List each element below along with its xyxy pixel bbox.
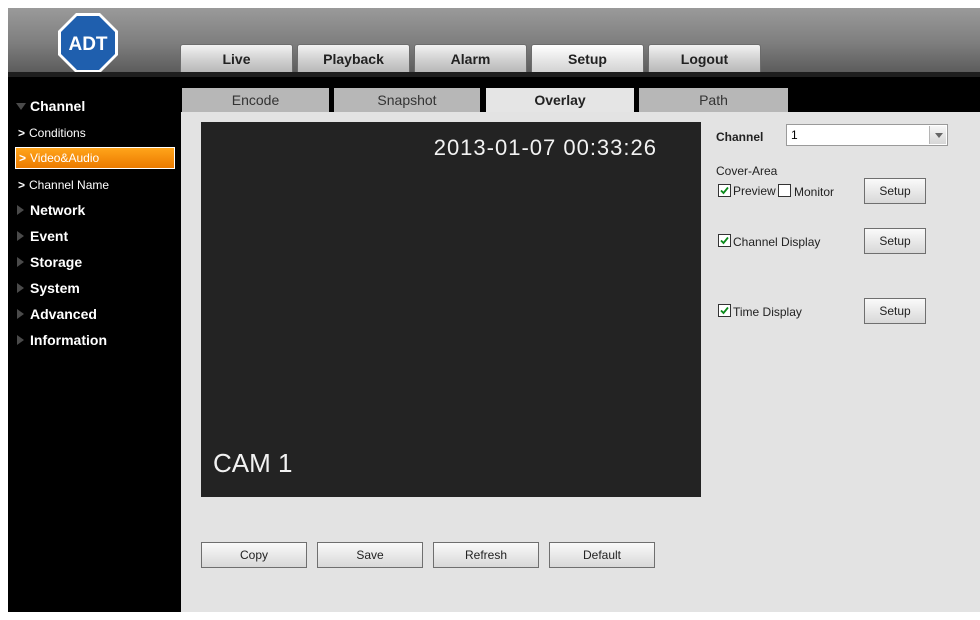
sidebar-item-label: Storage [30,254,83,270]
collapsed-arrow-icon [17,283,24,293]
sidebar-subitem-label: Video&Audio [30,151,100,165]
time-display-checkbox[interactable] [718,304,731,317]
app-window: ADT Live Playback Alarm Setup Logout Cha… [8,8,980,612]
tab-logout[interactable]: Logout [648,44,761,72]
time-display-label: Time Display [733,305,802,319]
sidebar-subitem-video-audio[interactable]: > Video&Audio [15,147,175,169]
sidebar-subitem-label: Conditions [29,126,86,140]
cover-area-setup-button[interactable]: Setup [864,178,926,204]
check-icon [720,236,729,245]
sidebar-item-label: Channel [30,98,86,114]
copy-button[interactable]: Copy [201,542,307,568]
chevron-right-icon: > [18,178,26,192]
channel-label: Channel [716,130,764,144]
sidebar-item-label: System [30,280,80,296]
save-button[interactable]: Save [317,542,423,568]
tab-alarm[interactable]: Alarm [414,44,527,72]
chevron-right-icon: > [19,151,27,165]
adt-logo: ADT [58,13,118,73]
sidebar-subitem-label: Channel Name [29,178,110,192]
channel-select-value: 1 [791,128,798,142]
tab-overlay[interactable]: Overlay [486,88,634,112]
collapsed-arrow-icon [17,257,24,267]
preview-checkbox[interactable] [718,184,731,197]
preview-label: Preview [733,184,776,198]
check-icon [720,306,729,315]
check-icon [720,186,729,195]
channel-display-checkbox[interactable] [718,234,731,247]
sidebar: Channel > Conditions > Video&Audio > Cha… [8,77,181,612]
overlay-panel: 2013-01-07 00:33:26 CAM 1 Channel 1 Cove… [181,112,980,612]
channel-display-label: Channel Display [733,235,821,249]
collapsed-arrow-icon [17,205,24,215]
tab-path[interactable]: Path [639,88,788,112]
header-bar: ADT Live Playback Alarm Setup Logout [8,8,980,73]
tab-snapshot[interactable]: Snapshot [334,88,480,112]
tab-setup[interactable]: Setup [531,44,644,72]
sidebar-subitem-channel-name[interactable]: > Channel Name [15,174,175,196]
tab-playback[interactable]: Playback [297,44,410,72]
sidebar-item-advanced[interactable]: Advanced [8,303,178,325]
channel-display-setup-button[interactable]: Setup [864,228,926,254]
channel-overlay[interactable]: CAM 1 [213,448,292,479]
sidebar-item-event[interactable]: Event [8,225,178,247]
tab-encode[interactable]: Encode [182,88,329,112]
sidebar-item-storage[interactable]: Storage [8,251,178,273]
monitor-label: Monitor [794,185,835,199]
sidebar-item-information[interactable]: Information [8,329,178,351]
time-display-setup-button[interactable]: Setup [864,298,926,324]
chevron-right-icon: > [18,126,26,140]
collapsed-arrow-icon [17,231,24,241]
sidebar-item-label: Information [30,332,107,348]
refresh-button[interactable]: Refresh [433,542,539,568]
video-preview[interactable]: 2013-01-07 00:33:26 CAM 1 [201,122,701,497]
svg-text:ADT: ADT [68,34,107,55]
cover-area-label: Cover-Area [716,164,778,178]
monitor-checkbox[interactable] [778,184,791,197]
tab-live[interactable]: Live [180,44,293,72]
main-nav: Live Playback Alarm Setup Logout [180,44,765,72]
expanded-arrow-icon [16,103,26,110]
sidebar-item-label: Network [30,202,86,218]
sidebar-item-label: Advanced [30,306,97,322]
sidebar-item-system[interactable]: System [8,277,178,299]
collapsed-arrow-icon [17,309,24,319]
collapsed-arrow-icon [17,335,24,345]
sidebar-subitem-conditions[interactable]: > Conditions [15,122,175,144]
time-overlay[interactable]: 2013-01-07 00:33:26 [434,135,657,161]
sidebar-item-network[interactable]: Network [8,199,178,221]
default-button[interactable]: Default [549,542,655,568]
channel-select[interactable]: 1 [786,124,948,146]
sidebar-item-label: Event [30,228,69,244]
sidebar-item-channel[interactable]: Channel [8,95,178,117]
chevron-down-icon [929,126,946,144]
